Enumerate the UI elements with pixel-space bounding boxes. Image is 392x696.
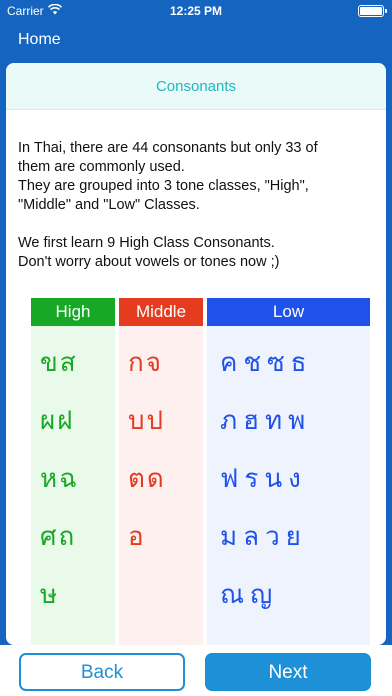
intro-line: them are commonly used. xyxy=(18,159,185,175)
lesson-card: Consonants In Thai, there are 44 consona… xyxy=(6,63,386,650)
consonant-row: หฉ xyxy=(40,464,79,494)
consonant-columns: High ขส ผฝ หฉ ศถ ษ Middle กจ บป ตด อ Low… xyxy=(6,298,386,650)
consonant-row: มลวย xyxy=(220,522,307,552)
consonant-row: ศถ xyxy=(40,522,77,552)
low-class-header: Low xyxy=(207,298,370,326)
intro-line: We first learn 9 High Class Consonants. xyxy=(18,235,275,251)
card-title: Consonants xyxy=(155,77,237,95)
intro-line: Don't worry about vowels or tones now ;) xyxy=(18,254,280,270)
bottom-bar: Back Next xyxy=(0,645,392,696)
intro-line: "Middle" and "Low" Classes. xyxy=(18,197,200,213)
status-bar: Carrier 12:25 PM xyxy=(0,0,392,22)
back-button[interactable]: Back xyxy=(19,653,185,691)
middle-class-header: Middle xyxy=(119,298,203,326)
status-time: 12:25 PM xyxy=(169,4,223,18)
low-class-body: คชซธ ภฮทพ ฟรนง มลวย ณญ xyxy=(207,326,370,650)
high-class-body: ขส ผฝ หฉ ศถ ษ xyxy=(31,326,115,650)
high-class-header: High xyxy=(31,298,115,326)
intro-text: In Thai, there are 44 consonants but onl… xyxy=(18,139,380,272)
intro-line: In Thai, there are 44 consonants but onl… xyxy=(18,140,318,156)
middle-class-body: กจ บป ตด อ xyxy=(119,326,203,650)
consonant-row: ขส xyxy=(40,348,78,378)
consonant-row: อ xyxy=(128,522,146,552)
consonant-row: ภฮทพ xyxy=(220,406,312,436)
intro-line: They are grouped into 3 tone classes, "H… xyxy=(18,178,309,194)
battery-icon xyxy=(358,5,387,17)
home-button[interactable]: Home xyxy=(18,31,61,49)
consonant-row: ผฝ xyxy=(40,406,75,436)
next-button[interactable]: Next xyxy=(205,653,371,691)
card-header: Consonants xyxy=(6,63,386,110)
consonant-row: คชซธ xyxy=(220,348,313,378)
consonant-row: ณญ xyxy=(220,580,279,610)
consonant-row: บป xyxy=(128,406,166,436)
consonant-row: ฟรนง xyxy=(220,464,307,494)
consonant-row: ตด xyxy=(128,464,166,494)
consonant-row: กจ xyxy=(128,348,163,378)
consonant-row: ษ xyxy=(40,580,60,610)
nav-bar: Home xyxy=(0,22,392,62)
